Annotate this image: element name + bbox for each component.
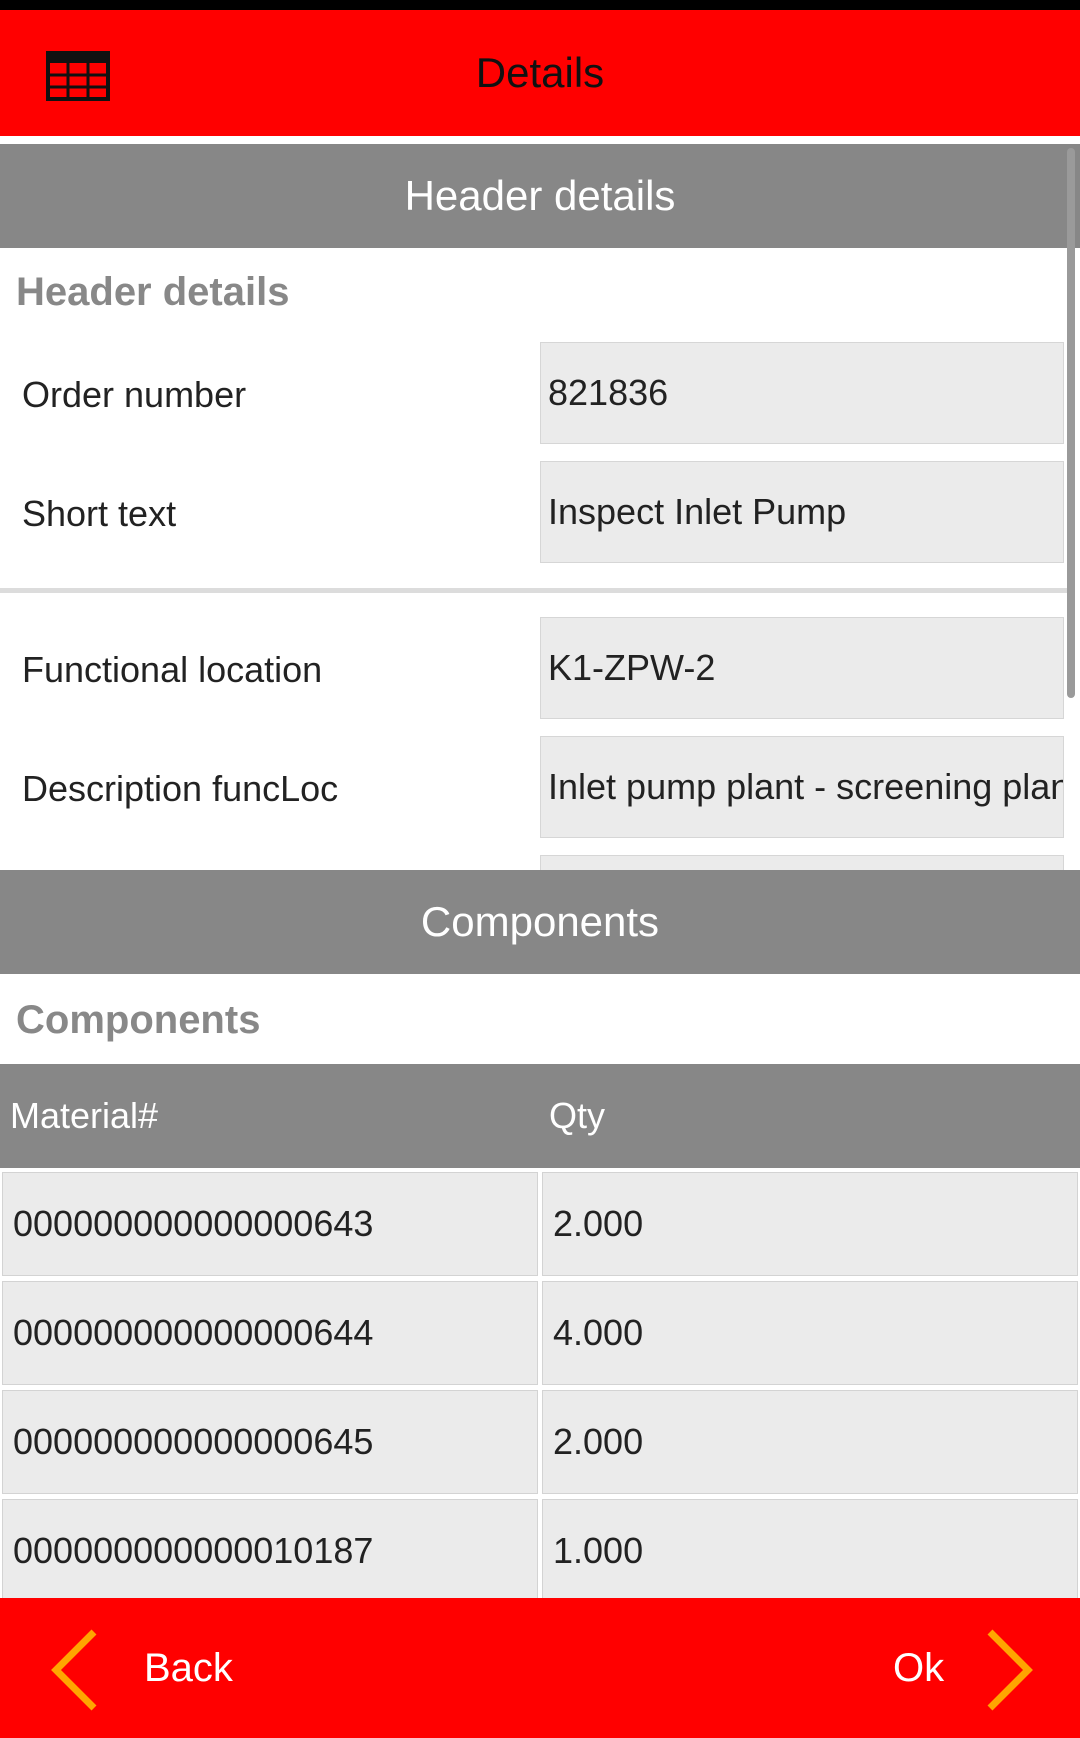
ok-button-label: Ok (893, 1646, 945, 1690)
table-cell-material[interactable]: 000000000000010187 (2, 1499, 538, 1603)
table-cell-qty[interactable]: 2.000 (542, 1172, 1078, 1276)
table-cell-qty[interactable]: 2.000 (542, 1390, 1078, 1494)
chevron-right-icon (987, 1629, 1033, 1711)
components-table-header: Material# Qty (0, 1064, 1080, 1168)
table-cell-material[interactable]: 000000000000000643 (2, 1172, 538, 1276)
table-cell-material[interactable]: 000000000000000644 (2, 1281, 538, 1385)
table-cell-qty[interactable]: 1.000 (542, 1499, 1078, 1603)
short-text-field[interactable]: Inspect Inlet Pump (540, 461, 1064, 563)
functional-location-label: Functional location (22, 649, 323, 690)
next-field[interactable] (540, 855, 1064, 870)
chevron-left-icon (51, 1629, 97, 1711)
table-cell-qty[interactable]: 4.000 (542, 1281, 1078, 1385)
description-funcloc-field[interactable]: Inlet pump plant - screening plant (540, 736, 1064, 838)
functional-location-field[interactable]: K1-ZPW-2 (540, 617, 1064, 719)
order-number-field[interactable]: 821836 (540, 342, 1064, 444)
column-header-qty[interactable]: Qty (549, 1064, 605, 1168)
back-button[interactable]: Back (0, 1598, 300, 1738)
short-text-label: Short text (22, 493, 177, 534)
header-details-group-label: Header details (16, 270, 290, 314)
section-divider (0, 588, 1068, 593)
bottom-action-bar: Back Ok (0, 1598, 1080, 1738)
header-details-section-header[interactable]: Header details (0, 144, 1080, 248)
ok-button[interactable]: Ok (860, 1598, 1080, 1738)
order-number-label: Order number (22, 374, 247, 415)
description-funcloc-label: Description funcLoc (22, 768, 339, 809)
status-bar (0, 0, 1080, 10)
components-group-label: Components (16, 998, 261, 1042)
top-app-bar: Details (0, 10, 1080, 136)
table-cell-material[interactable]: 000000000000000645 (2, 1390, 538, 1494)
header-details-panel[interactable]: Header details Header details Order numb… (0, 136, 1080, 870)
page-title: Details (475, 49, 605, 96)
header-scrollbar[interactable] (1067, 148, 1075, 698)
column-header-material[interactable]: Material# (10, 1064, 158, 1168)
components-section-header[interactable]: Components (0, 870, 1080, 974)
back-button-label: Back (144, 1646, 233, 1690)
